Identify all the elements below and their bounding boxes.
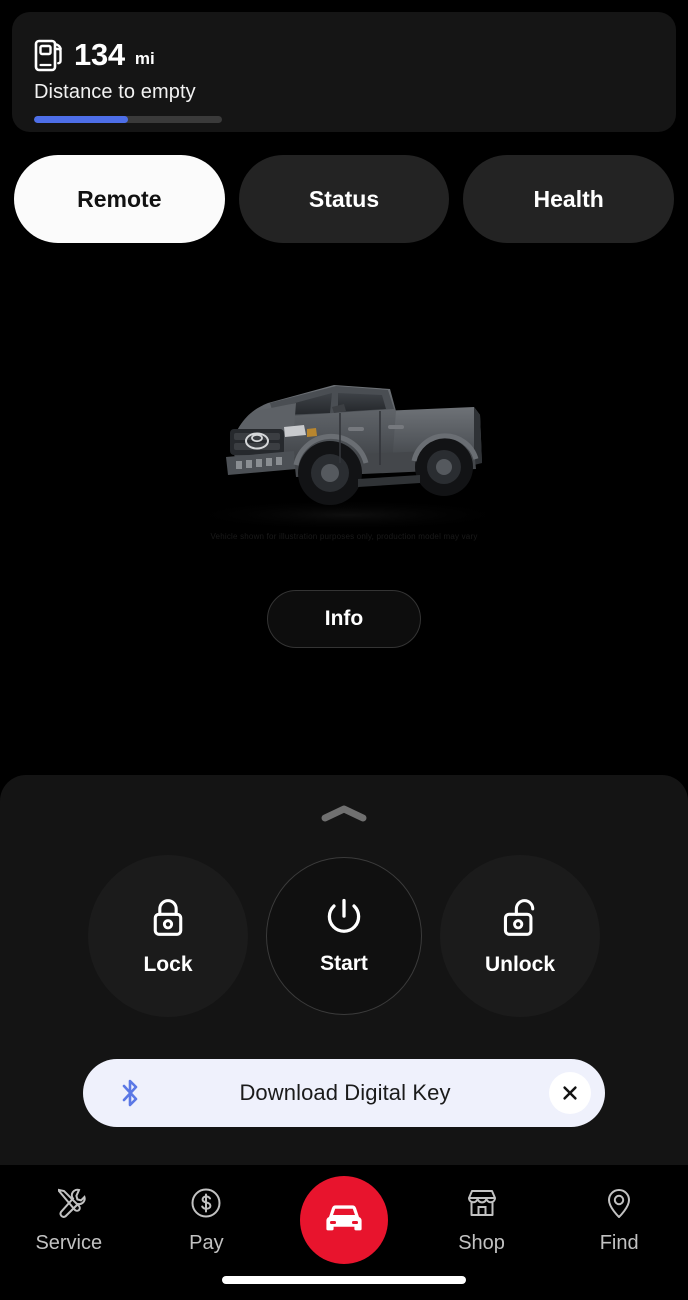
tab-status[interactable]: Status bbox=[238, 155, 450, 243]
nav-item-shop[interactable]: Shop bbox=[413, 1186, 551, 1255]
wrench-screwdriver-icon bbox=[52, 1186, 86, 1223]
lock-open-icon bbox=[500, 895, 540, 939]
tab-health[interactable]: Health bbox=[463, 155, 675, 243]
info-button[interactable]: Info bbox=[267, 590, 421, 648]
remote-action-row: Lock Start Unlock bbox=[0, 855, 688, 1017]
bluetooth-icon bbox=[119, 1078, 141, 1108]
nav-item-find[interactable]: Find bbox=[550, 1186, 688, 1255]
range-unit: mi bbox=[134, 49, 155, 68]
lock-closed-icon bbox=[148, 895, 188, 939]
nav-item-pay[interactable]: Pay bbox=[138, 1186, 276, 1255]
dollar-circle-icon bbox=[189, 1186, 223, 1223]
fuel-pump-icon bbox=[34, 38, 64, 72]
car-front-icon bbox=[321, 1199, 367, 1242]
start-label: Start bbox=[320, 952, 368, 975]
nav-label-service: Service bbox=[35, 1231, 103, 1254]
lock-button[interactable]: Lock bbox=[88, 855, 248, 1017]
fuel-level-bar bbox=[34, 116, 222, 123]
section-tabs: Remote Status Health bbox=[14, 155, 675, 243]
range-label: Distance to empty bbox=[34, 81, 196, 103]
vehicle-remote-screen: 134 mi Distance to empty Remote Status H… bbox=[0, 0, 688, 1300]
nav-item-vehicle[interactable] bbox=[299, 1176, 388, 1264]
power-icon bbox=[323, 896, 365, 938]
map-pin-icon bbox=[602, 1186, 636, 1223]
chevron-up-icon[interactable] bbox=[320, 805, 368, 823]
vehicle-hero: Vehicle shown for illustration purposes … bbox=[0, 285, 688, 705]
unlock-label: Unlock bbox=[484, 953, 555, 976]
close-icon[interactable] bbox=[549, 1072, 591, 1114]
unlock-button[interactable]: Unlock bbox=[440, 855, 600, 1017]
nav-label-find: Find bbox=[599, 1231, 639, 1254]
fuel-level-fill bbox=[34, 116, 128, 123]
download-digital-key-banner[interactable]: Download Digital Key bbox=[83, 1059, 605, 1127]
bottom-navigation: Service Pay Shop Find bbox=[0, 1165, 688, 1275]
range-value: 134 bbox=[74, 37, 125, 72]
storefront-icon bbox=[465, 1186, 499, 1223]
distance-to-empty-card: 134 mi Distance to empty bbox=[12, 12, 676, 132]
range-value-row: 134 mi bbox=[34, 32, 676, 72]
lock-label: Lock bbox=[143, 953, 193, 976]
nav-item-service[interactable]: Service bbox=[0, 1186, 138, 1255]
vehicle-image bbox=[178, 385, 518, 531]
nav-label-pay: Pay bbox=[189, 1231, 224, 1254]
digital-key-label: Download Digital Key bbox=[239, 1080, 451, 1105]
nav-label-shop: Shop bbox=[458, 1231, 505, 1254]
tab-remote[interactable]: Remote bbox=[14, 155, 225, 243]
vehicle-disclaimer: Vehicle shown for illustration purposes … bbox=[210, 532, 478, 541]
home-indicator bbox=[222, 1276, 466, 1284]
start-button[interactable]: Start bbox=[266, 857, 422, 1015]
nav-center-slot bbox=[275, 1176, 413, 1264]
